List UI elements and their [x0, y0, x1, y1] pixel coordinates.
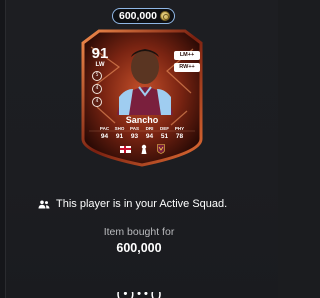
price-pill: 600,000 — [112, 8, 175, 24]
people-icon — [38, 200, 50, 208]
skill-badge: 5 — [92, 71, 102, 81]
stat-label: SHO — [114, 126, 125, 131]
stat-label: PAC — [99, 126, 110, 131]
card-icons — [79, 144, 205, 154]
player-name: Sancho — [125, 115, 159, 125]
stat-value: 94 — [145, 133, 154, 140]
coin-icon — [159, 11, 170, 21]
cut-off-text: ( • ) • • ( ) — [0, 292, 278, 298]
player-rating: 91 — [91, 45, 109, 62]
active-squad-message: This player is in your Active Squad. — [38, 198, 268, 210]
premier-league-icon — [141, 144, 146, 154]
stat-label: DRI — [145, 126, 154, 131]
role-tag-rw: RW++ — [174, 63, 200, 72]
stat-values: 94 91 93 94 51 78 — [97, 133, 187, 140]
role-tag-lm: LM++ — [174, 51, 200, 60]
stat-label: PAS — [130, 126, 139, 131]
playstyle-badge: 4 — [92, 97, 102, 107]
player-card[interactable]: 91 LW 5 4 4 LM++ RW++ Sancho PAC SHO PAS… — [79, 27, 205, 169]
item-bought-value: 600,000 — [116, 241, 162, 255]
item-bought-label: Item bought for — [103, 226, 175, 238]
cut-off-label: ( • ) • • ( ) — [116, 292, 162, 298]
aston-villa-icon — [156, 144, 165, 154]
stat-value: 94 — [100, 133, 109, 140]
stat-label: PHY — [174, 126, 185, 131]
player-position: LW — [95, 62, 105, 68]
active-squad-text: This player is in your Active Squad. — [56, 198, 228, 210]
weak-foot-badge: 4 — [92, 84, 102, 94]
stat-value: 78 — [175, 133, 184, 140]
price-amount: 600,000 — [119, 10, 157, 22]
england-flag-icon — [119, 145, 131, 153]
stat-value: 51 — [160, 133, 169, 140]
stat-label: DEF — [160, 126, 169, 131]
stat-labels: PAC SHO PAS DRI DEF PHY — [97, 126, 187, 131]
stat-value: 93 — [130, 133, 139, 140]
stat-value: 91 — [115, 133, 124, 140]
